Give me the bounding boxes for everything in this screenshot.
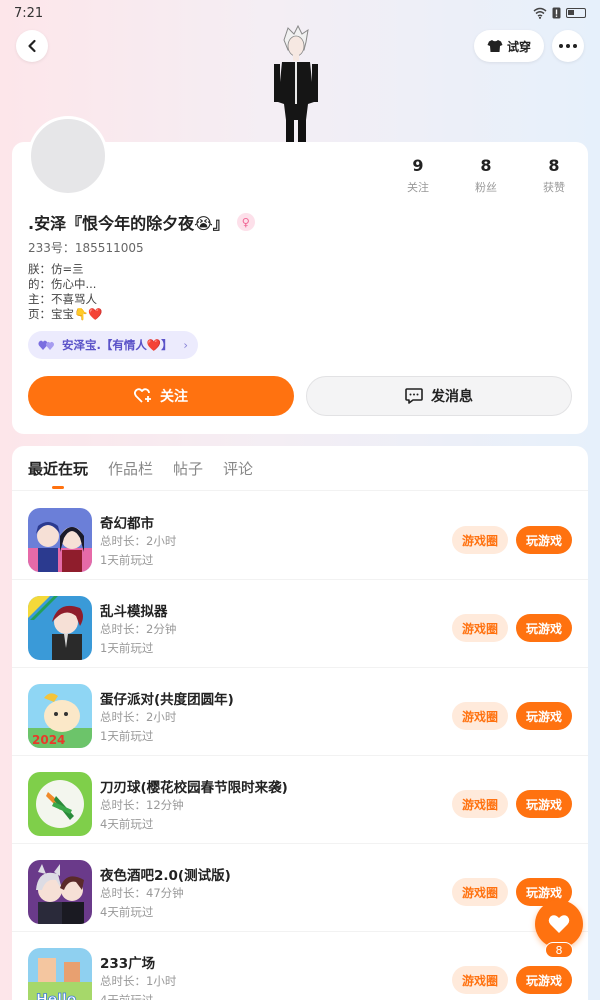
play-game-button[interactable]: 玩游戏 [516, 614, 572, 642]
game-circle-button[interactable]: 游戏圈 [452, 702, 508, 730]
back-button[interactable] [16, 30, 48, 62]
tab-works[interactable]: 作品栏 [108, 458, 153, 489]
heart-icon [548, 915, 570, 933]
status-icons [533, 7, 586, 19]
game-name: 蛋仔派对(共度团圆年) [100, 692, 234, 708]
send-message-button[interactable]: 发消息 [306, 376, 572, 416]
follow-button[interactable]: 关注 [28, 376, 294, 416]
profile-bio: 朕：仿=亖 的：伤心中... 主：不喜骂人 页：宝宝👇❤️ [28, 262, 103, 322]
stat-likes-label: 获赞 [543, 181, 565, 194]
game-name: 233广场 [100, 956, 156, 972]
more-dots-icon [559, 44, 577, 48]
game-row[interactable]: 夜色酒吧2.0(测试版) 总时长：47分钟 4天前玩过 游戏圈 玩游戏 [12, 844, 588, 932]
game-row[interactable]: 乱斗模拟器 总时长：2分钟 1天前玩过 游戏圈 玩游戏 [12, 580, 588, 668]
bio-line: 页：宝宝👇❤️ [28, 307, 103, 321]
dressup-avatar-figure [268, 24, 324, 142]
anime-duo-icon [28, 508, 92, 572]
double-heart-icon [38, 340, 54, 350]
follow-label: 关注 [160, 389, 188, 405]
game-last-played: 1天前玩过 [100, 553, 154, 567]
profile-card: 9 关注 8 粉丝 8 获赞 .安泽『恨今年的除夕夜😭』 ♀ 233号：1855… [12, 116, 588, 434]
stat-following-value: 9 [412, 156, 424, 175]
play-game-button[interactable]: 玩游戏 [516, 526, 572, 554]
bio-line: 主：不喜骂人 [28, 292, 97, 306]
stat-fans-label: 粉丝 [475, 181, 497, 194]
game-name: 奇幻都市 [100, 516, 154, 532]
plaza-icon: Hello [28, 948, 92, 1000]
game-last-played: 1天前玩过 [100, 729, 154, 743]
add-friend-icon [134, 388, 151, 403]
game-name: 夜色酒吧2.0(测试版) [100, 868, 231, 884]
send-message-label: 发消息 [431, 389, 473, 405]
game-duration: 总时长：1小时 [100, 974, 177, 988]
relationship-tag[interactable]: 安泽宝.【有情人❤️】 › [28, 331, 198, 359]
floating-like-button[interactable] [535, 900, 583, 948]
game-last-played: 1天前玩过 [100, 641, 154, 655]
stat-fans-value: 8 [480, 156, 492, 175]
profile-tabs: 最近在玩 作品栏 帖子 评论 [28, 458, 253, 489]
stat-following-label: 关注 [407, 181, 429, 194]
like-count-badge: 8 [545, 942, 573, 958]
game-circle-button[interactable]: 游戏圈 [452, 526, 508, 554]
stat-fans[interactable]: 8 粉丝 [452, 156, 520, 195]
play-game-button[interactable]: 玩游戏 [516, 966, 572, 994]
game-duration: 总时长：2小时 [100, 534, 177, 548]
more-button[interactable] [552, 30, 584, 62]
status-time: 7:21 [14, 5, 44, 21]
bio-line: 的：伤心中... [28, 277, 97, 291]
eggy-party-icon: 2024 [28, 684, 92, 748]
game-circle-button[interactable]: 游戏圈 [452, 878, 508, 906]
game-duration: 总时长：2分钟 [100, 622, 177, 636]
game-last-played: 4天前玩过 [100, 993, 154, 1000]
tshirt-icon [487, 40, 503, 52]
stat-following[interactable]: 9 关注 [384, 156, 452, 195]
game-name: 乱斗模拟器 [100, 604, 168, 620]
profile-uid: 233号：185511005 [28, 241, 144, 255]
anime-fighter-icon [28, 596, 92, 660]
eggy-party-year-text: 2024 [32, 733, 65, 747]
chat-bubble-icon [405, 388, 423, 404]
try-on-label: 试穿 [506, 39, 531, 54]
tab-divider [12, 490, 588, 491]
game-name: 刀刃球(樱花校园春节限时来袭) [100, 780, 288, 796]
avatar[interactable] [28, 116, 108, 196]
blade-ball-icon [28, 772, 92, 836]
plaza-hello-text: Hello [36, 992, 77, 1000]
tab-recently-played[interactable]: 最近在玩 [28, 458, 88, 489]
game-last-played: 4天前玩过 [100, 905, 154, 919]
profile-stats: 9 关注 8 粉丝 8 获赞 [384, 156, 588, 195]
game-circle-button[interactable]: 游戏圈 [452, 966, 508, 994]
play-game-button[interactable]: 玩游戏 [516, 790, 572, 818]
tab-posts[interactable]: 帖子 [173, 458, 203, 489]
relationship-label: 安泽宝.【有情人❤️】 [62, 338, 173, 352]
game-last-played: 4天前玩过 [100, 817, 154, 831]
profile-nickname: .安泽『恨今年的除夕夜😭』 ♀ [28, 210, 255, 234]
game-duration: 总时长：12分钟 [100, 798, 184, 812]
night-bar-icon [28, 860, 92, 924]
female-gender-icon: ♀ [236, 213, 255, 231]
tab-comments[interactable]: 评论 [223, 458, 253, 489]
game-circle-button[interactable]: 游戏圈 [452, 614, 508, 642]
status-bar: 7:21 [0, 0, 600, 26]
game-duration: 总时长：47分钟 [100, 886, 184, 900]
game-row[interactable]: 刀刃球(樱花校园春节限时来袭) 总时长：12分钟 4天前玩过 游戏圈 玩游戏 [12, 756, 588, 844]
stat-likes[interactable]: 8 获赞 [520, 156, 588, 195]
try-on-button[interactable]: 试穿 [474, 30, 544, 62]
battery-icon [566, 8, 586, 18]
play-game-button[interactable]: 玩游戏 [516, 702, 572, 730]
stat-likes-value: 8 [548, 156, 560, 175]
content-card: 最近在玩 作品栏 帖子 评论 奇幻都市 总时长：2小时 1天前玩过 游戏圈 玩游… [12, 446, 588, 1000]
wifi-icon [533, 7, 547, 19]
game-circle-button[interactable]: 游戏圈 [452, 790, 508, 818]
chevron-left-icon [28, 39, 36, 53]
nickname-text: .安泽『恨今年的除夕夜😭』 [28, 214, 229, 233]
game-duration: 总时长：2小时 [100, 710, 177, 724]
game-row[interactable]: 2024 蛋仔派对(共度团圆年) 总时长：2小时 1天前玩过 游戏圈 玩游戏 [12, 668, 588, 756]
chevron-right-icon: › [183, 338, 188, 352]
game-row[interactable]: Hello 233广场 总时长：1小时 4天前玩过 游戏圈 玩游戏 [12, 932, 588, 1000]
game-row[interactable]: 奇幻都市 总时长：2小时 1天前玩过 游戏圈 玩游戏 [12, 492, 588, 580]
bio-line: 朕：仿=亖 [28, 262, 84, 276]
notification-icon [552, 7, 561, 19]
